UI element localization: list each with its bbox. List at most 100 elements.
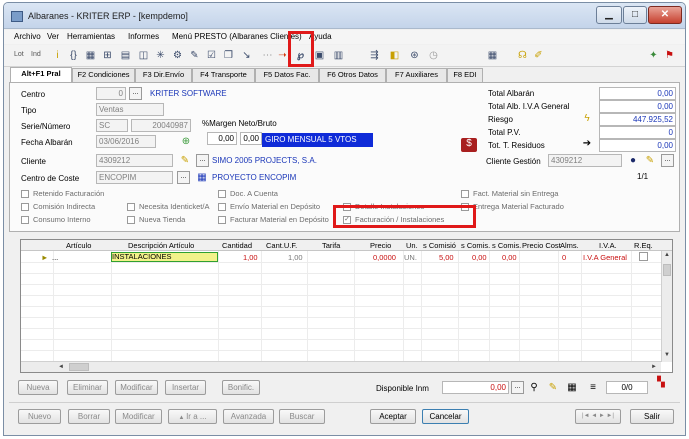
arrow-right-icon[interactable]: ➔	[581, 138, 593, 150]
tab-dir-envio[interactable]: F3 Dir.Envío	[135, 68, 192, 82]
lightning-icon[interactable]: ϟ	[581, 113, 593, 125]
add-icon[interactable]: ⊕	[180, 136, 192, 148]
calculator-icon[interactable]: ▦	[486, 49, 499, 62]
nueva-line-button[interactable]: Nueva	[18, 380, 58, 395]
disponible-lookup-button[interactable]: ...	[511, 381, 524, 394]
clip-icon[interactable]: ✐	[532, 49, 545, 62]
cell-req-checkbox[interactable]	[639, 252, 648, 261]
col-articulo[interactable]: Artículo	[66, 241, 91, 250]
col-comision3[interactable]: s Comis.	[492, 241, 521, 250]
fecha-field[interactable]: 03/06/2016	[96, 135, 156, 148]
tag-icon[interactable]: ↘	[240, 49, 253, 62]
menu-informes[interactable]: Informes	[128, 32, 159, 41]
aceptar-button[interactable]: Aceptar	[370, 409, 416, 424]
tab-auxiliares[interactable]: F7 Auxiliares	[386, 68, 447, 82]
checkbox-retenido[interactable]: Retenido Facturación	[21, 188, 104, 201]
checkbox-consumo-interno[interactable]: Consumo Interno	[21, 214, 91, 227]
bonific-button[interactable]: Bonific.	[222, 380, 260, 395]
cell-comision2[interactable]: 0,00	[472, 253, 487, 262]
grid-vertical-scrollbar[interactable]: ▲ ▼	[661, 251, 672, 362]
clock-icon[interactable]: ◷	[427, 49, 440, 62]
menu-presto[interactable]: Menú PRESTO (Albaranes Clientes)	[172, 32, 302, 41]
insertar-line-button[interactable]: Insertar	[165, 380, 206, 395]
coste-field[interactable]: ENCOPIM	[96, 171, 173, 184]
menu-herramientas[interactable]: Herramientas	[67, 32, 115, 41]
calendar-icon[interactable]: ▦	[196, 172, 208, 184]
serie-field[interactable]: SC	[96, 119, 128, 132]
cell-comision1[interactable]: 5,00	[439, 253, 454, 262]
list-icon[interactable]: ≡	[587, 382, 599, 394]
edit-line-icon[interactable]: ✎	[547, 382, 559, 394]
record-navigator[interactable]: |◄ ◄ ► ►|	[575, 409, 621, 424]
first-record-icon[interactable]: |◄	[582, 413, 590, 419]
salir-button[interactable]: Salir	[630, 409, 674, 424]
col-precio[interactable]: Precio	[370, 241, 391, 250]
scroll-down-icon[interactable]: ▼	[664, 352, 670, 358]
asterisk-icon[interactable]: ✳	[154, 49, 167, 62]
eliminar-line-button[interactable]: Eliminar	[67, 380, 108, 395]
buscar-button[interactable]: Buscar	[279, 409, 325, 424]
borrar-button[interactable]: Borrar	[68, 409, 110, 424]
braces-icon[interactable]: {}	[67, 49, 80, 62]
modificar-button[interactable]: Modificar	[115, 409, 162, 424]
link-icon[interactable]: ⋯	[261, 49, 274, 62]
checkbox-facturar-material[interactable]: Facturar Material en Depósito	[218, 214, 329, 227]
edit-gestion-icon[interactable]: ✎	[644, 155, 656, 167]
binoculars-icon[interactable]: ⚲	[528, 382, 540, 394]
next-record-icon[interactable]: ►	[599, 413, 605, 419]
avanzada-button[interactable]: Avanzada	[223, 409, 274, 424]
table-icon[interactable]: ▥	[332, 49, 345, 62]
col-cant-uf[interactable]: Cant.U.F.	[266, 241, 297, 250]
forma-pago-field[interactable]: GIRO MENSUAL 5 VTOS	[262, 133, 373, 147]
checkbox-necesita-identicket[interactable]: Necesita Identicket/A	[127, 201, 209, 214]
col-comision2[interactable]: s Comis.	[461, 241, 490, 250]
document-icon[interactable]: ▤	[119, 49, 132, 62]
col-alms[interactable]: Alms.	[560, 241, 579, 250]
copy-icon[interactable]: ❐	[222, 49, 235, 62]
minimize-icon[interactable]: ▁	[596, 6, 622, 24]
cell-descripcion[interactable]: INSTALACIONES	[111, 252, 218, 262]
pin-icon[interactable]: ✦	[647, 49, 660, 62]
col-comision1[interactable]: s Comisió	[423, 241, 456, 250]
menu-archivo[interactable]: Archivo	[14, 32, 41, 41]
grid-icon[interactable]: ▦	[84, 49, 97, 62]
filter-icon[interactable]: ⇶	[368, 49, 381, 62]
tools-icon[interactable]: ✎	[188, 49, 201, 62]
scroll-left-icon[interactable]: ◄	[58, 364, 64, 370]
cell-un[interactable]: UN.	[404, 253, 417, 262]
ir-a-button[interactable]: ▲ Ir a ...	[168, 409, 217, 424]
checkbox-nueva-tienda[interactable]: Nueva Tienda	[127, 214, 185, 227]
tab-principal[interactable]: Alt+F1 Pral	[10, 67, 72, 82]
cliente-lookup-button[interactable]: ...	[196, 154, 209, 167]
col-precio-coste[interactable]: Precio Cost	[522, 241, 561, 250]
disponible-field[interactable]: 0,00	[442, 381, 509, 394]
col-cantidad[interactable]: Cantidad	[222, 241, 252, 250]
checkbox-comision-indirecta[interactable]: Comisión Indirecta	[21, 201, 95, 214]
tree-icon[interactable]: ⊞	[101, 49, 114, 62]
preview-icon[interactable]: ◫	[137, 49, 150, 62]
palette-icon[interactable]: ◧	[388, 49, 401, 62]
checkbox-envio-material[interactable]: Envío Material en Depósito	[218, 201, 320, 214]
tab-otros-datos[interactable]: F6 Otros Datos	[319, 68, 386, 82]
cell-cantidad[interactable]: 1,00	[243, 253, 258, 262]
centro-field[interactable]: 0	[96, 87, 126, 100]
flag-icon[interactable]: ⚑	[663, 49, 676, 62]
nuevo-button[interactable]: Nuevo	[18, 409, 61, 424]
cancelar-button[interactable]: Cancelar	[422, 409, 469, 424]
table-small-icon[interactable]: ▦	[566, 382, 578, 394]
modificar-line-button[interactable]: Modificar	[115, 380, 158, 395]
cell-alms[interactable]: 0	[562, 253, 566, 262]
gestion-lookup-button[interactable]: ...	[661, 154, 674, 167]
close-icon[interactable]: ✕	[648, 6, 682, 24]
cell-articulo[interactable]: ...	[52, 253, 58, 262]
gestion-field[interactable]: 4309212	[548, 154, 622, 167]
coste-lookup-button[interactable]: ...	[177, 171, 190, 184]
info-circle-icon[interactable]: ●	[627, 155, 639, 167]
edit-client-icon[interactable]: ✎	[179, 155, 191, 167]
cell-precio[interactable]: 0,0000	[373, 253, 396, 262]
ind-label[interactable]: Ind	[31, 51, 41, 58]
tab-condiciones[interactable]: F2 Condiciones	[72, 68, 135, 82]
grid-horizontal-scrollbar[interactable]: ◄ ►	[21, 361, 661, 372]
maximize-icon[interactable]: □	[623, 6, 647, 24]
col-tarifa[interactable]: Tarifa	[322, 241, 340, 250]
